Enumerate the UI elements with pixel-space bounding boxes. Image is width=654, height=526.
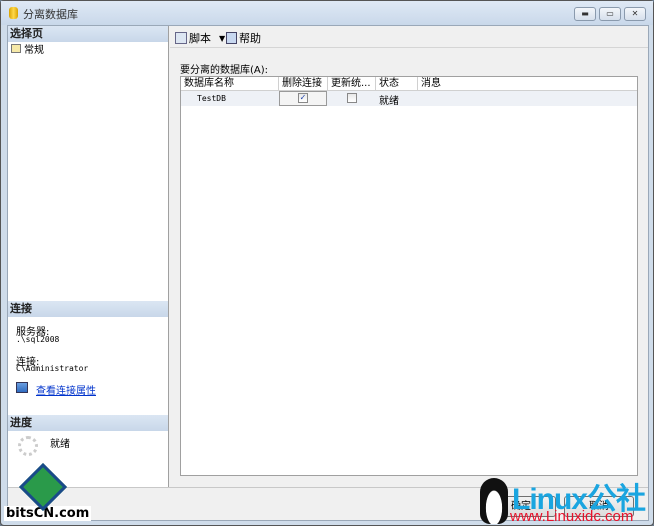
database-grid: 数据库名称 删除连接 更新统... 状态 消息 TestDB ✓ 就绪: [180, 76, 638, 476]
window-title: 分离数据库: [23, 8, 78, 21]
column-header[interactable]: 更新统...: [328, 77, 376, 91]
title-bar: 分离数据库 ▬ ▭ ✕: [1, 1, 653, 25]
main-panel: 脚本 ▼ 帮助 要分离的数据库(A): 数据库名称 删除连接 更新统... 状态…: [170, 26, 648, 487]
update-stats-checkbox[interactable]: [347, 93, 357, 103]
progress-status: 就绪: [50, 439, 70, 450]
page-item-general[interactable]: 常规: [11, 41, 44, 56]
maximize-button[interactable]: ▭: [599, 7, 621, 21]
column-header[interactable]: 删除连接: [279, 77, 328, 91]
script-icon: [175, 32, 187, 44]
drop-connections-checkbox[interactable]: ✓: [298, 93, 308, 103]
select-page-header: 选择页: [8, 26, 168, 42]
column-header[interactable]: 数据库名称: [181, 77, 279, 91]
dialog-client: 选择页 常规 连接 服务器: .\sql2008 连接: C\Administr…: [7, 25, 649, 521]
close-button[interactable]: ✕: [624, 7, 646, 21]
connection-value: C\Administrator: [16, 364, 89, 373]
status-cell: 就绪: [379, 96, 399, 107]
ok-button[interactable]: 确定: [486, 496, 556, 517]
table-row[interactable]: TestDB ✓ 就绪: [181, 91, 637, 107]
dialog-window: 分离数据库 ▬ ▭ ✕ 选择页 常规 连接 服务器: .\sql2008 连接:…: [0, 0, 654, 526]
page-icon: [11, 44, 21, 53]
page-item-label: 常规: [24, 45, 44, 56]
database-icon: [9, 7, 18, 19]
progress-spinner-icon: [18, 436, 38, 456]
help-label: 帮助: [239, 32, 261, 45]
column-header[interactable]: 状态: [376, 77, 418, 91]
button-bar: 确定 取消: [8, 487, 648, 520]
script-label: 脚本: [189, 32, 211, 45]
help-icon: [226, 32, 237, 44]
left-panel: 选择页 常规 连接 服务器: .\sql2008 连接: C\Administr…: [8, 26, 169, 487]
view-connection-properties-link[interactable]: 查看连接属性: [36, 382, 96, 397]
db-name-cell: TestDB: [197, 94, 226, 103]
server-value: .\sql2008: [16, 335, 60, 344]
grid-label: 要分离的数据库(A):: [180, 65, 269, 76]
connection-properties-icon: [16, 382, 28, 393]
help-button[interactable]: 帮助: [226, 30, 261, 46]
dropdown-arrow-icon[interactable]: ▼: [219, 34, 225, 43]
script-button[interactable]: 脚本 ▼: [175, 30, 225, 46]
cancel-button[interactable]: 取消: [564, 496, 634, 517]
connection-header: 连接: [8, 301, 168, 317]
minimize-button[interactable]: ▬: [574, 7, 596, 21]
column-header[interactable]: 消息: [418, 77, 637, 91]
toolbar: 脚本 ▼ 帮助: [170, 26, 648, 48]
progress-header: 进度: [8, 415, 168, 431]
